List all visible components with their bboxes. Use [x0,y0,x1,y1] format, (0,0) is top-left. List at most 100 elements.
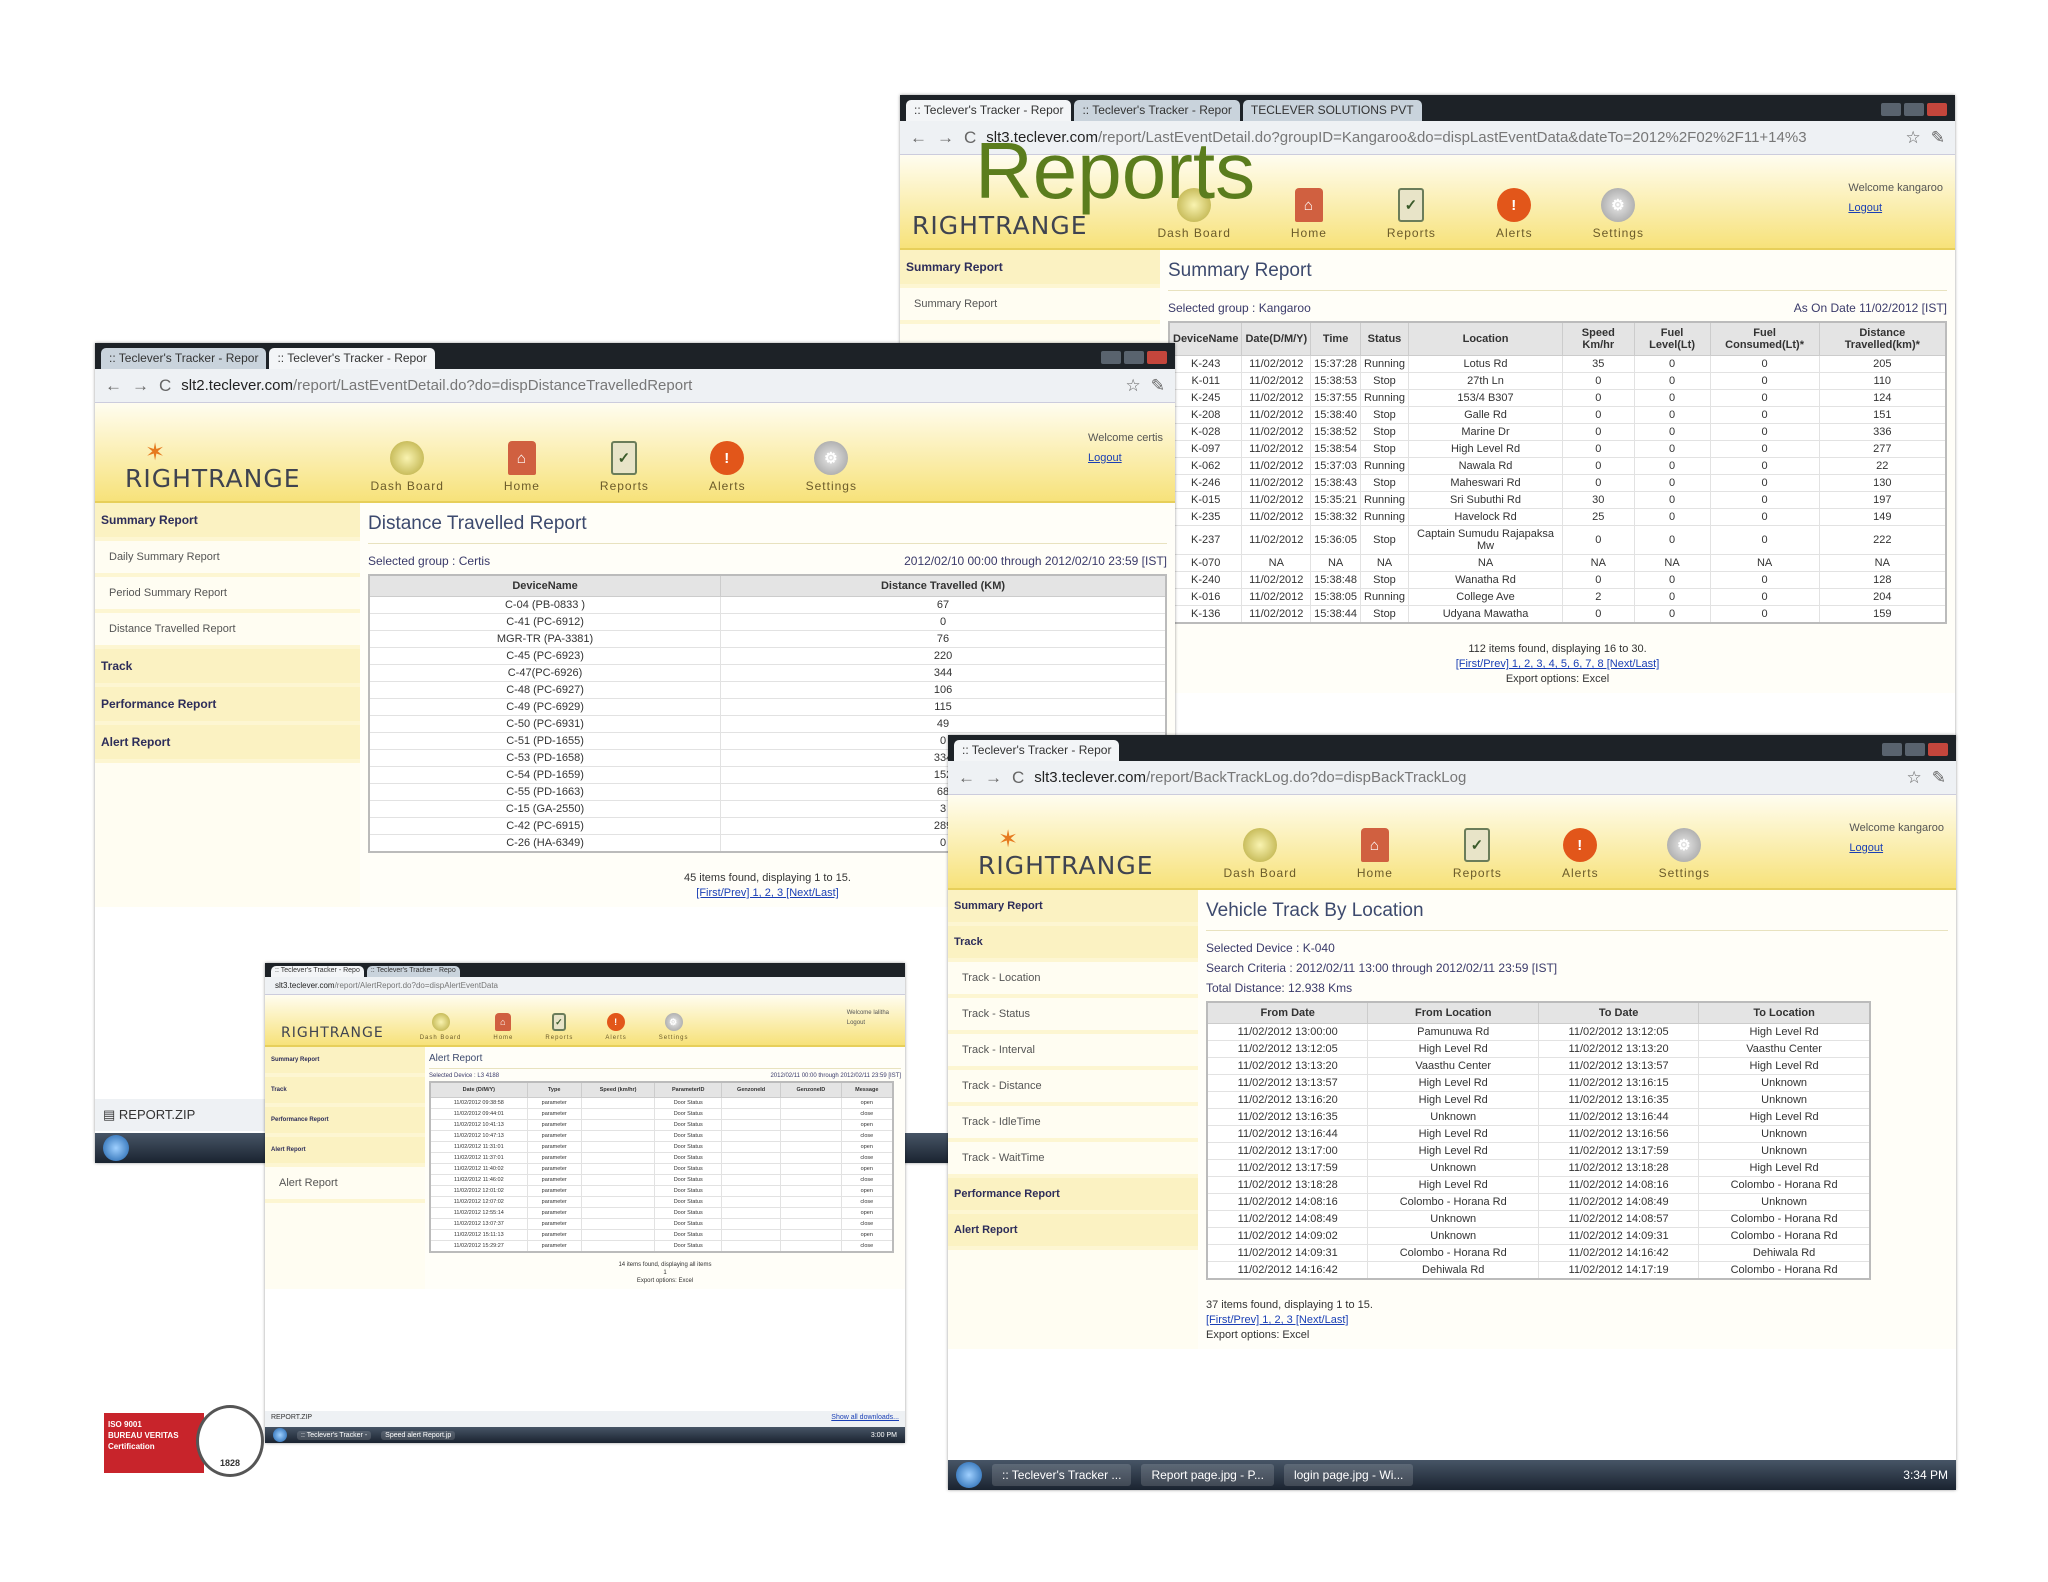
reload-icon[interactable]: C [1012,768,1024,788]
sidebar-item[interactable]: Performance Report [95,687,360,725]
wrench-icon[interactable]: ✎ [1931,128,1945,148]
url-field[interactable]: slt3.teclever.com/report/BackTrackLog.do… [1034,769,1896,786]
browser-tab[interactable]: :: Teclever's Tracker - Repo [366,966,460,977]
maximize-icon[interactable] [1124,351,1144,364]
logout-link[interactable]: Logout [1088,448,1163,468]
reload-icon[interactable]: C [159,376,171,396]
nav-settings[interactable]: ⚙ Settings [659,1013,689,1041]
minimize-icon[interactable] [1881,103,1901,116]
nav-reports[interactable]: ✓ Reports [600,441,649,493]
close-icon[interactable] [1928,743,1948,756]
download-bar[interactable]: ▤ REPORT.ZIP [95,1099,275,1131]
sidebar-item[interactable]: Track [265,1077,425,1107]
start-orb-icon[interactable] [103,1135,129,1161]
logout-link[interactable]: Logout [847,1018,889,1028]
sidebar-item[interactable]: Summary Report [95,503,360,541]
nav-reports[interactable]: ✓ Reports [1453,828,1502,880]
close-icon[interactable] [1147,351,1167,364]
nav-alerts[interactable]: ! Alerts [605,1013,626,1041]
export-options[interactable]: Export options: Excel [1206,1328,1948,1343]
back-icon[interactable]: ← [105,376,122,396]
sidebar-item[interactable]: Daily Summary Report [95,541,360,577]
sidebar-item[interactable]: Alert Report [95,725,360,763]
maximize-icon[interactable] [1904,103,1924,116]
sidebar-item-summary-report-sub[interactable]: Summary Report [900,288,1160,324]
browser-tab[interactable]: :: Teclever's Tracker - Repo [271,966,364,977]
back-icon[interactable]: ← [958,768,975,788]
nav-dashboard[interactable]: Dash Board [1224,828,1297,880]
sidebar-item[interactable]: Track - Status [948,998,1198,1034]
table-cell: 15:38:43 [1310,474,1361,492]
browser-tab[interactable]: :: Teclever's Tracker - Repor [906,100,1072,121]
star-icon[interactable]: ☆ [1906,128,1921,148]
sidebar-item[interactable]: Alert Report [265,1137,425,1167]
browser-tab[interactable]: :: Teclever's Tracker - Repor [101,348,267,369]
nav-alerts[interactable]: ! Alerts [1562,828,1599,880]
logout-link[interactable]: Logout [1848,198,1943,218]
nav-reports[interactable]: ✓ Reports [545,1013,573,1041]
nav-home[interactable]: ⌂ Home [504,441,540,493]
nav-reports[interactable]: ✓ Reports [1387,188,1436,240]
taskbar-item[interactable]: login page.jpg - Wi... [1283,1464,1414,1486]
taskbar-item[interactable]: :: Teclever's Tracker - [297,1430,372,1440]
sidebar-item[interactable]: Track [948,926,1198,962]
browser-tab[interactable]: :: Teclever's Tracker - Repor [954,740,1120,761]
sidebar-item[interactable]: Summary Report [265,1047,425,1077]
pager[interactable]: 1 [429,1269,901,1277]
logout-link[interactable]: Logout [1849,838,1944,858]
nav-home[interactable]: ⌂ Home [493,1013,513,1041]
browser-tab[interactable]: :: Teclever's Tracker - Repor [269,348,435,369]
forward-icon[interactable]: → [937,128,954,148]
forward-icon[interactable]: → [132,376,149,396]
nav-settings[interactable]: ⚙ Settings [1659,828,1710,880]
sidebar-item[interactable]: Track - Distance [948,1070,1198,1106]
back-icon[interactable]: ← [910,128,927,148]
browser-tab[interactable]: TECLEVER SOLUTIONS PVT [1242,100,1422,121]
url-field[interactable]: slt3.teclever.com/report/AlertReport.do?… [275,981,895,990]
close-icon[interactable] [1927,103,1947,116]
start-orb-icon[interactable] [956,1462,982,1488]
nav-settings[interactable]: ⚙ Settings [806,441,857,493]
sidebar-item[interactable]: Performance Report [265,1107,425,1137]
wrench-icon[interactable]: ✎ [1932,768,1946,788]
wrench-icon[interactable]: ✎ [1151,376,1165,396]
nav-alerts[interactable]: ! Alerts [1496,188,1533,240]
star-icon[interactable]: ☆ [1907,768,1922,788]
sidebar-item[interactable]: Performance Report [948,1178,1198,1214]
nav-dashboard[interactable]: Dash Board [371,441,444,493]
sidebar-item[interactable]: Alert Report [265,1167,425,1203]
table-cell: parameter [526,1196,582,1208]
taskbar-item[interactable]: Speed alert Report.jp [381,1430,456,1440]
sidebar-item[interactable]: Summary Report [948,890,1198,926]
sidebar-item[interactable]: Track - WaitTime [948,1142,1198,1178]
pager[interactable]: [First/Prev] 1, 2, 3 [Next/Last] [1206,1313,1948,1328]
minimize-icon[interactable] [1101,351,1121,364]
export-options[interactable]: Export options: Excel [1168,672,1947,687]
download-item[interactable]: REPORT.ZIP [271,1414,312,1424]
sidebar-item[interactable]: Track - Interval [948,1034,1198,1070]
nav-dashboard[interactable]: Dash Board [420,1013,462,1041]
nav-alerts[interactable]: ! Alerts [709,441,746,493]
maximize-icon[interactable] [1905,743,1925,756]
sidebar-item[interactable]: Track - IdleTime [948,1106,1198,1142]
start-orb-icon[interactable] [273,1428,287,1442]
sidebar-item[interactable]: Track [95,649,360,687]
sidebar-item[interactable]: Distance Travelled Report [95,613,360,649]
sidebar-item[interactable]: Period Summary Report [95,577,360,613]
export-options[interactable]: Export options: Excel [429,1277,901,1285]
star-icon[interactable]: ☆ [1126,376,1141,396]
url-field[interactable]: slt2.teclever.com/report/LastEventDetail… [181,377,1115,394]
sidebar-item-summary-report[interactable]: Summary Report [900,250,1160,288]
browser-tab[interactable]: :: Teclever's Tracker - Repor [1074,100,1240,121]
nav-settings[interactable]: ⚙ Settings [1593,188,1644,240]
nav-home[interactable]: ⌂ Home [1357,828,1393,880]
forward-icon[interactable]: → [985,768,1002,788]
pager[interactable]: [First/Prev] 1, 2, 3, 4, 5, 6, 7, 8 [Nex… [1168,657,1947,672]
sidebar-item[interactable]: Track - Location [948,962,1198,998]
nav-home[interactable]: ⌂ Home [1291,188,1327,240]
taskbar-item[interactable]: :: Teclever's Tracker ... [992,1464,1132,1486]
show-all-downloads-link[interactable]: Show all downloads... [831,1414,899,1424]
minimize-icon[interactable] [1882,743,1902,756]
sidebar-item[interactable]: Alert Report [948,1214,1198,1250]
taskbar-item[interactable]: Report page.jpg - P... [1141,1464,1274,1486]
